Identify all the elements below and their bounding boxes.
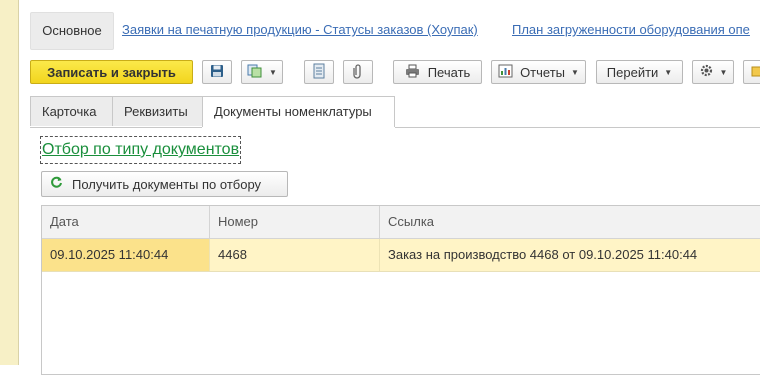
form-tabs: Карточка Реквизиты Документы номенклатур… [30,96,760,128]
refresh-icon [50,176,63,193]
left-panel-strip [0,0,19,365]
tab-active-gap [202,127,395,128]
save-and-close-label: Записать и закрыть [47,64,176,80]
list-icon [313,63,325,82]
goto-button[interactable]: Перейти ▼ [596,60,683,84]
structure-button[interactable] [304,60,334,84]
print-button[interactable]: Печать [393,60,482,84]
chevron-down-icon: ▼ [664,67,673,77]
save-and-close-button[interactable]: Записать и закрыть [30,60,193,84]
reports-button[interactable]: Отчеты ▼ [491,60,586,84]
chevron-down-icon: ▼ [719,67,728,77]
tab-nomenclature-documents[interactable]: Документы номенклатуры [202,96,395,128]
chevron-down-icon: ▼ [571,67,579,77]
extra-button[interactable] [743,60,760,84]
folder-icon [751,64,760,81]
more-actions-button[interactable]: ▼ [692,60,734,84]
column-header-date[interactable]: Дата [42,206,210,238]
tab-details[interactable]: Реквизиты [112,96,203,126]
goto-label: Перейти [606,64,659,80]
form-navigation: Основное Заявки на печатную продукцию - … [30,12,760,50]
chevron-down-icon: ▼ [269,67,277,77]
get-documents-button[interactable]: Получить документы по отбору [41,171,288,197]
reports-icon [498,64,513,81]
copy-to-icon [247,64,263,81]
command-bar: Записать и закрыть ▼ Печать Отчеты ▼ Пер… [30,60,760,86]
create-based-on-button[interactable]: ▼ [241,60,283,84]
attach-icon [352,63,364,82]
cell-number[interactable]: 4468 [210,239,380,271]
nav-link-equipment-plan[interactable]: План загруженности оборудования опе [512,12,750,48]
column-header-number[interactable]: Номер [210,206,380,238]
print-label: Печать [427,64,471,80]
cell-date[interactable]: 09.10.2025 11:40:44 [42,239,210,271]
tab-card[interactable]: Карточка [30,96,113,126]
attach-files-button[interactable] [343,60,373,84]
save-icon [210,64,224,81]
documents-table: Дата Номер Ссылка 09.10.2025 11:40:44 44… [41,205,760,375]
column-header-ref[interactable]: Ссылка [380,206,760,238]
nav-tab-main[interactable]: Основное [30,12,114,50]
tab-divider [30,127,760,128]
printer-icon [405,64,420,81]
get-documents-label: Получить документы по отбору [72,176,262,192]
table-header: Дата Номер Ссылка [42,206,760,239]
reports-label: Отчеты [520,64,565,80]
table-row[interactable]: 09.10.2025 11:40:44 4468 Заказ на произв… [42,239,760,272]
gear-icon [699,63,714,81]
nav-link-orders-status[interactable]: Заявки на печатную продукцию - Статусы з… [122,12,478,48]
cell-ref[interactable]: Заказ на производство 4468 от 09.10.2025… [380,239,760,271]
save-button[interactable] [202,60,232,84]
filter-by-document-type-link[interactable]: Отбор по типу документов [40,136,242,164]
